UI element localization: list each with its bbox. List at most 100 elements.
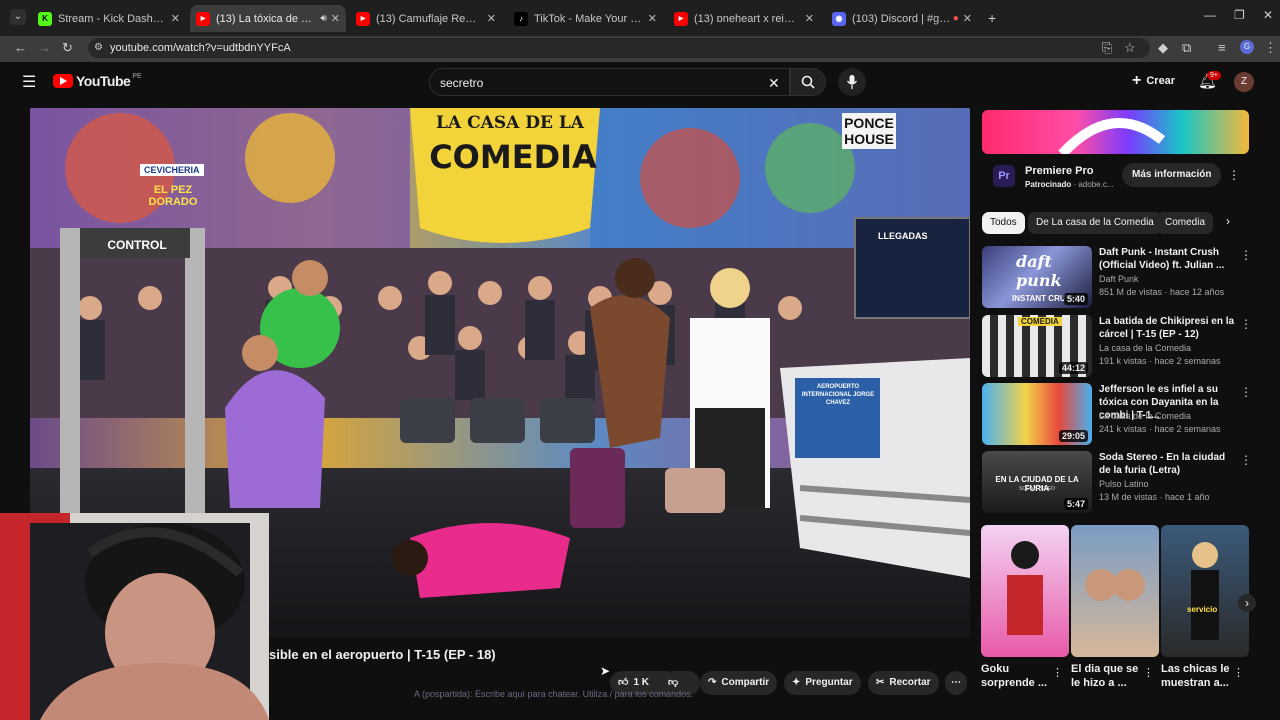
close-tab-icon[interactable]: ✕ [171, 12, 180, 25]
forward-icon[interactable]: → [38, 40, 51, 55]
search-input[interactable]: secretro ✕ [429, 68, 790, 96]
video-title: Daft Punk - Instant Crush (Official Vide… [1099, 247, 1225, 271]
more-options-icon[interactable]: ⋮ [1240, 317, 1252, 331]
premiere-logo-icon: Pr [993, 165, 1015, 187]
video-title: La batida de Chikipresi en la cárcel | T… [1099, 316, 1235, 340]
voice-search-button[interactable] [838, 68, 866, 96]
clear-search-icon[interactable]: ✕ [768, 69, 780, 97]
more-actions-button[interactable]: ⋯ [945, 671, 967, 695]
back-icon[interactable]: ← [14, 40, 27, 55]
url-field[interactable]: ⚙ youtube.com/watch?v=udtbdnYYFcA [88, 38, 1150, 58]
ask-button[interactable]: ✦ Preguntar [784, 671, 861, 695]
more-options-icon[interactable]: ⋮ [1240, 453, 1252, 467]
kick-favicon-icon: K [38, 11, 52, 26]
close-tab-icon[interactable]: ✕ [805, 12, 814, 25]
recommendation-item[interactable]: COMEDIA 44:12 La batida de Chikipresi en… [982, 315, 1272, 377]
tab-search-icon[interactable]: ⌄ [10, 9, 26, 25]
video-thumbnail[interactable]: COMEDIA 44:12 [982, 315, 1092, 377]
short-kebab-icon[interactable]: ⋮ [1233, 666, 1244, 679]
ad-kebab-icon[interactable]: ⋮ [1228, 168, 1240, 182]
cast-icon[interactable]: ⎘ [1102, 40, 1112, 56]
thumb-title-text: daft punk [1016, 252, 1062, 290]
ad-app-name: Premiere Pro [1025, 165, 1094, 177]
ask-label: Preguntar [805, 677, 853, 688]
close-tab-icon[interactable]: ✕ [963, 12, 972, 25]
short-title: Las chicas le muestran a... [1161, 663, 1230, 689]
ad-sponsor-line: Patrocinado · adobe.c... [1025, 180, 1114, 189]
more-options-icon[interactable]: ⋮ [1240, 385, 1252, 399]
chat-overlay-text: A (pospartida): Escribe aquí para chatea… [414, 689, 694, 699]
extension-icon[interactable]: ◆ [1158, 40, 1168, 56]
chip-todos[interactable]: Todos [982, 212, 1025, 234]
recommendation-item[interactable]: EN LA CIUDAD DE LA FURIA SODA STEREO 5:4… [982, 451, 1272, 513]
channel-name[interactable]: La casa de la Comedia [1099, 411, 1191, 421]
clip-button[interactable]: ✂ Recortar [868, 671, 939, 695]
short-thumbnail[interactable]: servicio [1161, 525, 1249, 657]
ad-banner[interactable] [982, 110, 1249, 154]
tab-youtube-camuflaje[interactable]: ▶ (13) Camuflaje Remix - Alexis y ✕ [350, 5, 502, 32]
channel-name[interactable]: Pulso Latino [1099, 479, 1149, 489]
close-tab-icon[interactable]: ✕ [331, 12, 340, 25]
more-options-icon[interactable]: ⋮ [1240, 248, 1252, 262]
media-controls-icon[interactable]: ≡ [1218, 40, 1226, 55]
ponce-house-sign: PONCE HOUSE [842, 113, 896, 149]
user-avatar[interactable]: Z [1234, 72, 1254, 92]
chip-comedia[interactable]: Comedia [1157, 212, 1214, 234]
search-icon [801, 75, 815, 89]
video-thumbnail[interactable]: EN LA CIUDAD DE LA FURIA SODA STEREO 5:4… [982, 451, 1092, 513]
short-kebab-icon[interactable]: ⋮ [1143, 666, 1154, 679]
recommendation-item[interactable]: daft punk INSTANT CRUSH 5:40 Daft Punk -… [982, 246, 1272, 308]
tab-tiktok[interactable]: ♪ TikTok - Make Your Day ✕ [508, 5, 663, 32]
chips-next-icon[interactable]: › [1226, 214, 1230, 228]
clip-label: Recortar [889, 677, 931, 688]
tab-youtube-active[interactable]: ▶ (13) La tóxica de Shirley le 🔊︎ ✕ [190, 5, 346, 32]
youtube-logo[interactable]: YouTube PE [53, 73, 142, 89]
woman-figure [1191, 542, 1219, 640]
search-button[interactable] [790, 68, 826, 96]
short-caption-tag: servicio [1187, 605, 1218, 614]
minimize-icon[interactable]: — [1204, 8, 1216, 22]
video-thumbnail[interactable]: 29:05 [982, 383, 1092, 445]
arrivals-board-title: LLEGADAS [878, 231, 928, 241]
video-duration: 5:40 [1063, 293, 1088, 305]
close-tab-icon[interactable]: ✕ [648, 12, 657, 25]
close-window-icon[interactable]: ✕ [1263, 8, 1273, 22]
microphone-icon [846, 75, 858, 89]
thumb-title-text: COMEDIA [1018, 317, 1062, 326]
tab-title: TikTok - Make Your Day [534, 12, 644, 25]
tab-discord[interactable]: ◉ (103) Discord | #general | L ● ✕ [826, 5, 978, 32]
desk-sign: AEROPUERTO INTERNACIONAL JORGE CHAVEZ [801, 384, 875, 406]
discord-favicon-icon: ◉ [832, 11, 846, 26]
video-meta: 241 k vistas · hace 2 semanas [1099, 424, 1221, 434]
extensions-puzzle-icon[interactable]: ⧉ [1182, 40, 1191, 56]
audio-playing-icon[interactable]: 🔊︎ [320, 13, 326, 24]
tab-title: Stream - Kick Dashboard [58, 12, 167, 25]
ad-more-info-button[interactable]: Más información [1122, 163, 1222, 187]
share-button[interactable]: ↷ Compartir [700, 671, 778, 695]
reload-icon[interactable]: ↻ [62, 40, 73, 56]
tab-youtube-oneheart[interactable]: ▶ (13) ɒneheart x reidenshi - sno ✕ [668, 5, 820, 32]
browser-menu-icon[interactable]: ⋮ [1264, 40, 1277, 56]
close-tab-icon[interactable]: ✕ [487, 12, 496, 25]
site-info-icon[interactable]: ⚙ [94, 38, 103, 58]
short-thumbnail[interactable] [1071, 525, 1159, 657]
shorts-next-button[interactable]: › [1238, 594, 1256, 612]
short-thumbnail[interactable] [981, 525, 1069, 657]
goku-figure [1007, 541, 1043, 635]
video-thumbnail[interactable]: daft punk INSTANT CRUSH 5:40 [982, 246, 1092, 308]
new-tab-icon[interactable]: + [988, 10, 996, 26]
create-button[interactable]: + Crear [1132, 72, 1175, 90]
short-kebab-icon[interactable]: ⋮ [1052, 666, 1063, 679]
thumb-sub-text: SODA STEREO [1019, 486, 1055, 492]
channel-name[interactable]: La casa de la Comedia [1099, 343, 1191, 353]
browser-profile-avatar[interactable]: G [1240, 40, 1254, 54]
youtube-play-logo-icon [53, 74, 73, 88]
recommendation-item[interactable]: 29:05 Jefferson le es infiel a su tóxica… [982, 383, 1272, 445]
poster-cevicheria: CEVICHERIA [140, 164, 204, 176]
chip-de-la-casa[interactable]: De La casa de la Comedia [1028, 212, 1162, 234]
bookmark-star-icon[interactable]: ☆ [1124, 40, 1136, 56]
tab-kick-dashboard[interactable]: K Stream - Kick Dashboard ✕ [32, 5, 186, 32]
channel-name[interactable]: Daft Punk [1099, 274, 1139, 284]
hamburger-menu-icon[interactable]: ☰ [22, 72, 36, 92]
restore-icon[interactable]: ❐ [1234, 8, 1245, 22]
